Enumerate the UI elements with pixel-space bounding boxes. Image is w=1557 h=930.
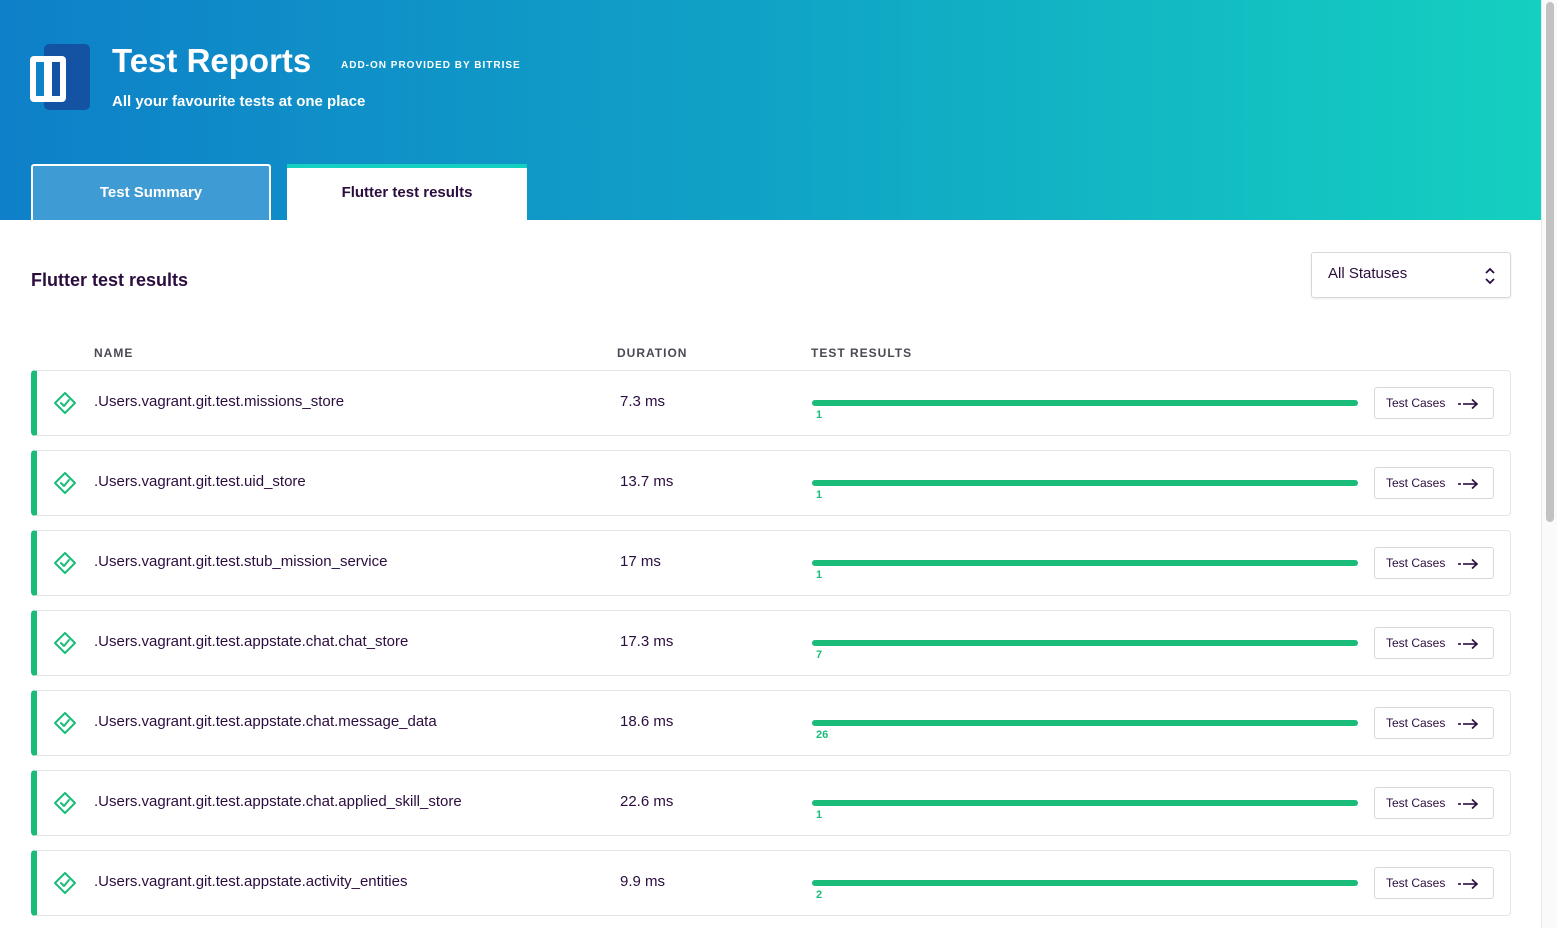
test-suite-name: .Users.vagrant.git.test.uid_store <box>94 473 306 490</box>
passed-count: 1 <box>816 809 823 821</box>
test-results-bar-fill <box>812 480 1358 486</box>
table-row: .Users.vagrant.git.test.appstate.chat.ch… <box>31 610 1511 676</box>
test-results-bar <box>812 720 1358 726</box>
test-duration: 17.3 ms <box>620 633 674 650</box>
test-cases-button[interactable]: Test Cases <box>1374 547 1494 579</box>
test-duration: 9.9 ms <box>620 873 666 890</box>
arrow-right-icon <box>1458 558 1479 570</box>
table-row: .Users.vagrant.git.test.uid_store 13.7 m… <box>31 450 1511 516</box>
success-check-icon <box>54 872 76 894</box>
tab-test-summary[interactable]: Test Summary <box>31 164 271 220</box>
test-cases-button-label: Test Cases <box>1386 556 1446 570</box>
column-header-test-results: TEST RESULTS <box>811 346 913 360</box>
arrow-right-icon <box>1458 718 1479 730</box>
test-duration: 22.6 ms <box>620 793 674 810</box>
test-suite-name: .Users.vagrant.git.test.appstate.activit… <box>94 873 408 890</box>
test-cases-button-label: Test Cases <box>1386 796 1446 810</box>
success-check-icon <box>54 472 76 494</box>
passed-count: 26 <box>816 729 829 741</box>
status-filter-select[interactable]: All Statuses <box>1311 252 1511 298</box>
passed-count: 7 <box>816 649 823 661</box>
test-suite-name: .Users.vagrant.git.test.appstate.chat.me… <box>94 713 437 730</box>
status-filter-value: All Statuses <box>1328 265 1408 282</box>
tab-flutter-test-results[interactable]: Flutter test results <box>287 164 527 220</box>
app-subtitle: All your favourite tests at one place <box>112 93 366 110</box>
test-cases-button-label: Test Cases <box>1386 716 1446 730</box>
success-check-icon <box>54 392 76 414</box>
test-results-bar-fill <box>812 800 1358 806</box>
test-suite-name: .Users.vagrant.git.test.appstate.chat.ch… <box>94 633 409 650</box>
test-results-bar-fill <box>812 560 1358 566</box>
column-header-duration: DURATION <box>617 346 688 360</box>
table-row: .Users.vagrant.git.test.stub_mission_ser… <box>31 530 1511 596</box>
table-row: .Users.vagrant.git.test.appstate.chat.ap… <box>31 770 1511 836</box>
test-results-bar <box>812 560 1358 566</box>
passed-count: 1 <box>816 409 823 421</box>
test-duration: 7.3 ms <box>620 393 666 410</box>
test-results-bar-fill <box>812 880 1358 886</box>
test-cases-button-label: Test Cases <box>1386 636 1446 650</box>
test-suite-name: .Users.vagrant.git.test.missions_store <box>94 393 345 410</box>
test-duration: 18.6 ms <box>620 713 674 730</box>
passed-count: 1 <box>816 569 823 581</box>
scrollbar[interactable] <box>1541 0 1557 928</box>
header-banner: Test Reports ADD-ON PROVIDED BY BITRISE … <box>0 0 1541 220</box>
arrow-right-icon <box>1458 638 1479 650</box>
test-reports-logo-icon <box>30 44 90 110</box>
test-cases-button-label: Test Cases <box>1386 876 1446 890</box>
test-cases-button[interactable]: Test Cases <box>1374 707 1494 739</box>
test-cases-button-label: Test Cases <box>1386 476 1446 490</box>
test-suite-name: .Users.vagrant.git.test.stub_mission_ser… <box>94 553 388 570</box>
test-results-bar-fill <box>812 720 1358 726</box>
page-title: Flutter test results <box>31 270 189 290</box>
test-suite-name: .Users.vagrant.git.test.appstate.chat.ap… <box>94 793 462 810</box>
table-row: .Users.vagrant.git.test.appstate.chat.me… <box>31 690 1511 756</box>
test-cases-button[interactable]: Test Cases <box>1374 867 1494 899</box>
test-results-bar <box>812 480 1358 486</box>
table-row: .Users.vagrant.git.test.appstate.activit… <box>31 850 1511 916</box>
test-results-bar <box>812 640 1358 646</box>
test-cases-button[interactable]: Test Cases <box>1374 387 1494 419</box>
arrow-right-icon <box>1458 798 1479 810</box>
success-check-icon <box>54 792 76 814</box>
success-check-icon <box>54 632 76 654</box>
arrow-right-icon <box>1458 398 1479 410</box>
app-title: Test Reports <box>112 42 312 79</box>
column-header-name: NAME <box>94 346 134 360</box>
test-results-bar <box>812 880 1358 886</box>
arrow-right-icon <box>1458 878 1479 890</box>
table-row: .Users.vagrant.git.test.missions_store 7… <box>31 370 1511 436</box>
test-results-list: .Users.vagrant.git.test.missions_store 7… <box>31 370 1511 930</box>
passed-count: 2 <box>816 889 823 901</box>
passed-count: 1 <box>816 489 823 501</box>
test-results-bar-fill <box>812 400 1358 406</box>
success-check-icon <box>54 712 76 734</box>
success-check-icon <box>54 552 76 574</box>
test-cases-button[interactable]: Test Cases <box>1374 627 1494 659</box>
test-cases-button-label: Test Cases <box>1386 396 1446 410</box>
arrow-right-icon <box>1458 478 1479 490</box>
test-cases-button[interactable]: Test Cases <box>1374 467 1494 499</box>
chevron-up-down-icon <box>1485 267 1495 285</box>
test-results-bar-fill <box>812 640 1358 646</box>
test-cases-button[interactable]: Test Cases <box>1374 787 1494 819</box>
test-duration: 17 ms <box>620 553 661 570</box>
test-duration: 13.7 ms <box>620 473 674 490</box>
test-results-bar <box>812 800 1358 806</box>
test-results-bar <box>812 400 1358 406</box>
addon-label: ADD-ON PROVIDED BY BITRISE <box>341 60 521 71</box>
scrollbar-thumb[interactable] <box>1546 2 1554 522</box>
